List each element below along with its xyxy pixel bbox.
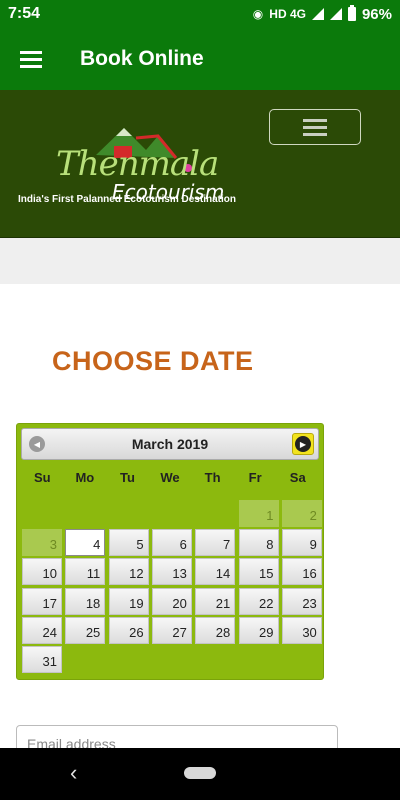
chevron-right-icon: ▶ [295,436,311,452]
calendar-day[interactable]: 22 [238,587,279,615]
calendar-day[interactable]: 31 [22,646,62,673]
calendar-day[interactable]: 21 [195,587,236,615]
chevron-left-icon: ◀ [29,436,45,452]
weekday-row: Su Mo Tu We Th Fr Sa [21,470,319,485]
calendar-day[interactable]: 15 [238,558,279,586]
calendar-day[interactable]: 18 [65,587,106,615]
prev-month-button[interactable]: ◀ [26,433,48,455]
battery-percent: 96% [361,5,392,23]
calendar-day[interactable]: 26 [108,616,149,644]
calendar-day[interactable]: 25 [65,616,106,644]
logo-main-text: Thenmala [56,144,219,184]
weekday-label: Su [33,470,51,485]
calendar-day[interactable]: 4 [65,529,106,557]
calendar-day[interactable]: 13 [151,558,192,586]
calendar-day: 1 [238,500,279,527]
calendar-day[interactable]: 8 [238,529,279,557]
calendar-day[interactable]: 14 [195,558,236,586]
calendar-day[interactable]: 12 [108,558,149,586]
nav-toggle-button[interactable] [269,109,361,145]
status-bar: 7:54 ◉ HD 4G 96% [0,0,400,28]
calendar-day: 3 [22,529,62,557]
weekday-label: Tu [119,470,135,485]
weekday-label: We [160,470,180,485]
calendar-day[interactable]: 17 [22,587,62,615]
home-pill-icon[interactable] [184,767,216,779]
calendar-day[interactable]: 10 [22,558,62,586]
calendar-day[interactable]: 28 [195,616,236,644]
tagline: India's First Palanned Ecotourism Destin… [18,194,236,205]
back-icon[interactable]: ‹ [70,760,77,786]
weekday-label: Mo [75,470,95,485]
status-icons: ◉ HD 4G 96% [252,5,392,23]
calendar-day[interactable]: 20 [151,587,192,615]
date-picker: ◀ March 2019 ▶ Su Mo Tu We Th Fr Sa 1234… [16,423,324,680]
calendar-day[interactable]: 6 [151,529,192,557]
status-time: 7:54 [8,5,41,22]
calendar-header: ◀ March 2019 ▶ [21,428,319,460]
calendar-day[interactable]: 7 [195,529,236,557]
site-header: Thenmala Ecotourism India's First Palann… [0,90,400,238]
calendar-day[interactable]: 11 [65,558,106,586]
network-type: HD 4G [269,7,306,21]
app-title: Book Online [80,47,204,70]
calendar-day[interactable]: 27 [151,616,192,644]
roaming-signal-icon [329,8,342,20]
calendar-day[interactable]: 5 [108,529,149,557]
menu-icon[interactable] [0,28,62,90]
calendar-day: 2 [281,500,322,527]
calendar-day[interactable]: 30 [281,616,322,644]
battery-icon [347,5,356,21]
calendar-day[interactable]: 29 [238,616,279,644]
calendar-day[interactable]: 23 [281,587,322,615]
system-nav-bar: ‹ [0,748,400,800]
app-bar: Book Online [0,28,400,90]
calendar-day[interactable]: 9 [281,529,322,557]
month-label: March 2019 [131,436,209,452]
weekday-label: Fr [248,470,262,485]
page-heading: CHOOSE DATE [52,346,254,376]
calendar-day[interactable]: 24 [22,616,62,644]
weekday-label: Th [204,470,221,485]
signal-icon [311,8,324,20]
weekday-label: Sa [289,470,306,485]
next-month-button[interactable]: ▶ [292,433,314,455]
calendar-day[interactable]: 19 [108,587,149,615]
hotspot-icon: ◉ [252,7,264,21]
calendar-day[interactable]: 16 [281,558,322,586]
divider-band [0,238,400,284]
